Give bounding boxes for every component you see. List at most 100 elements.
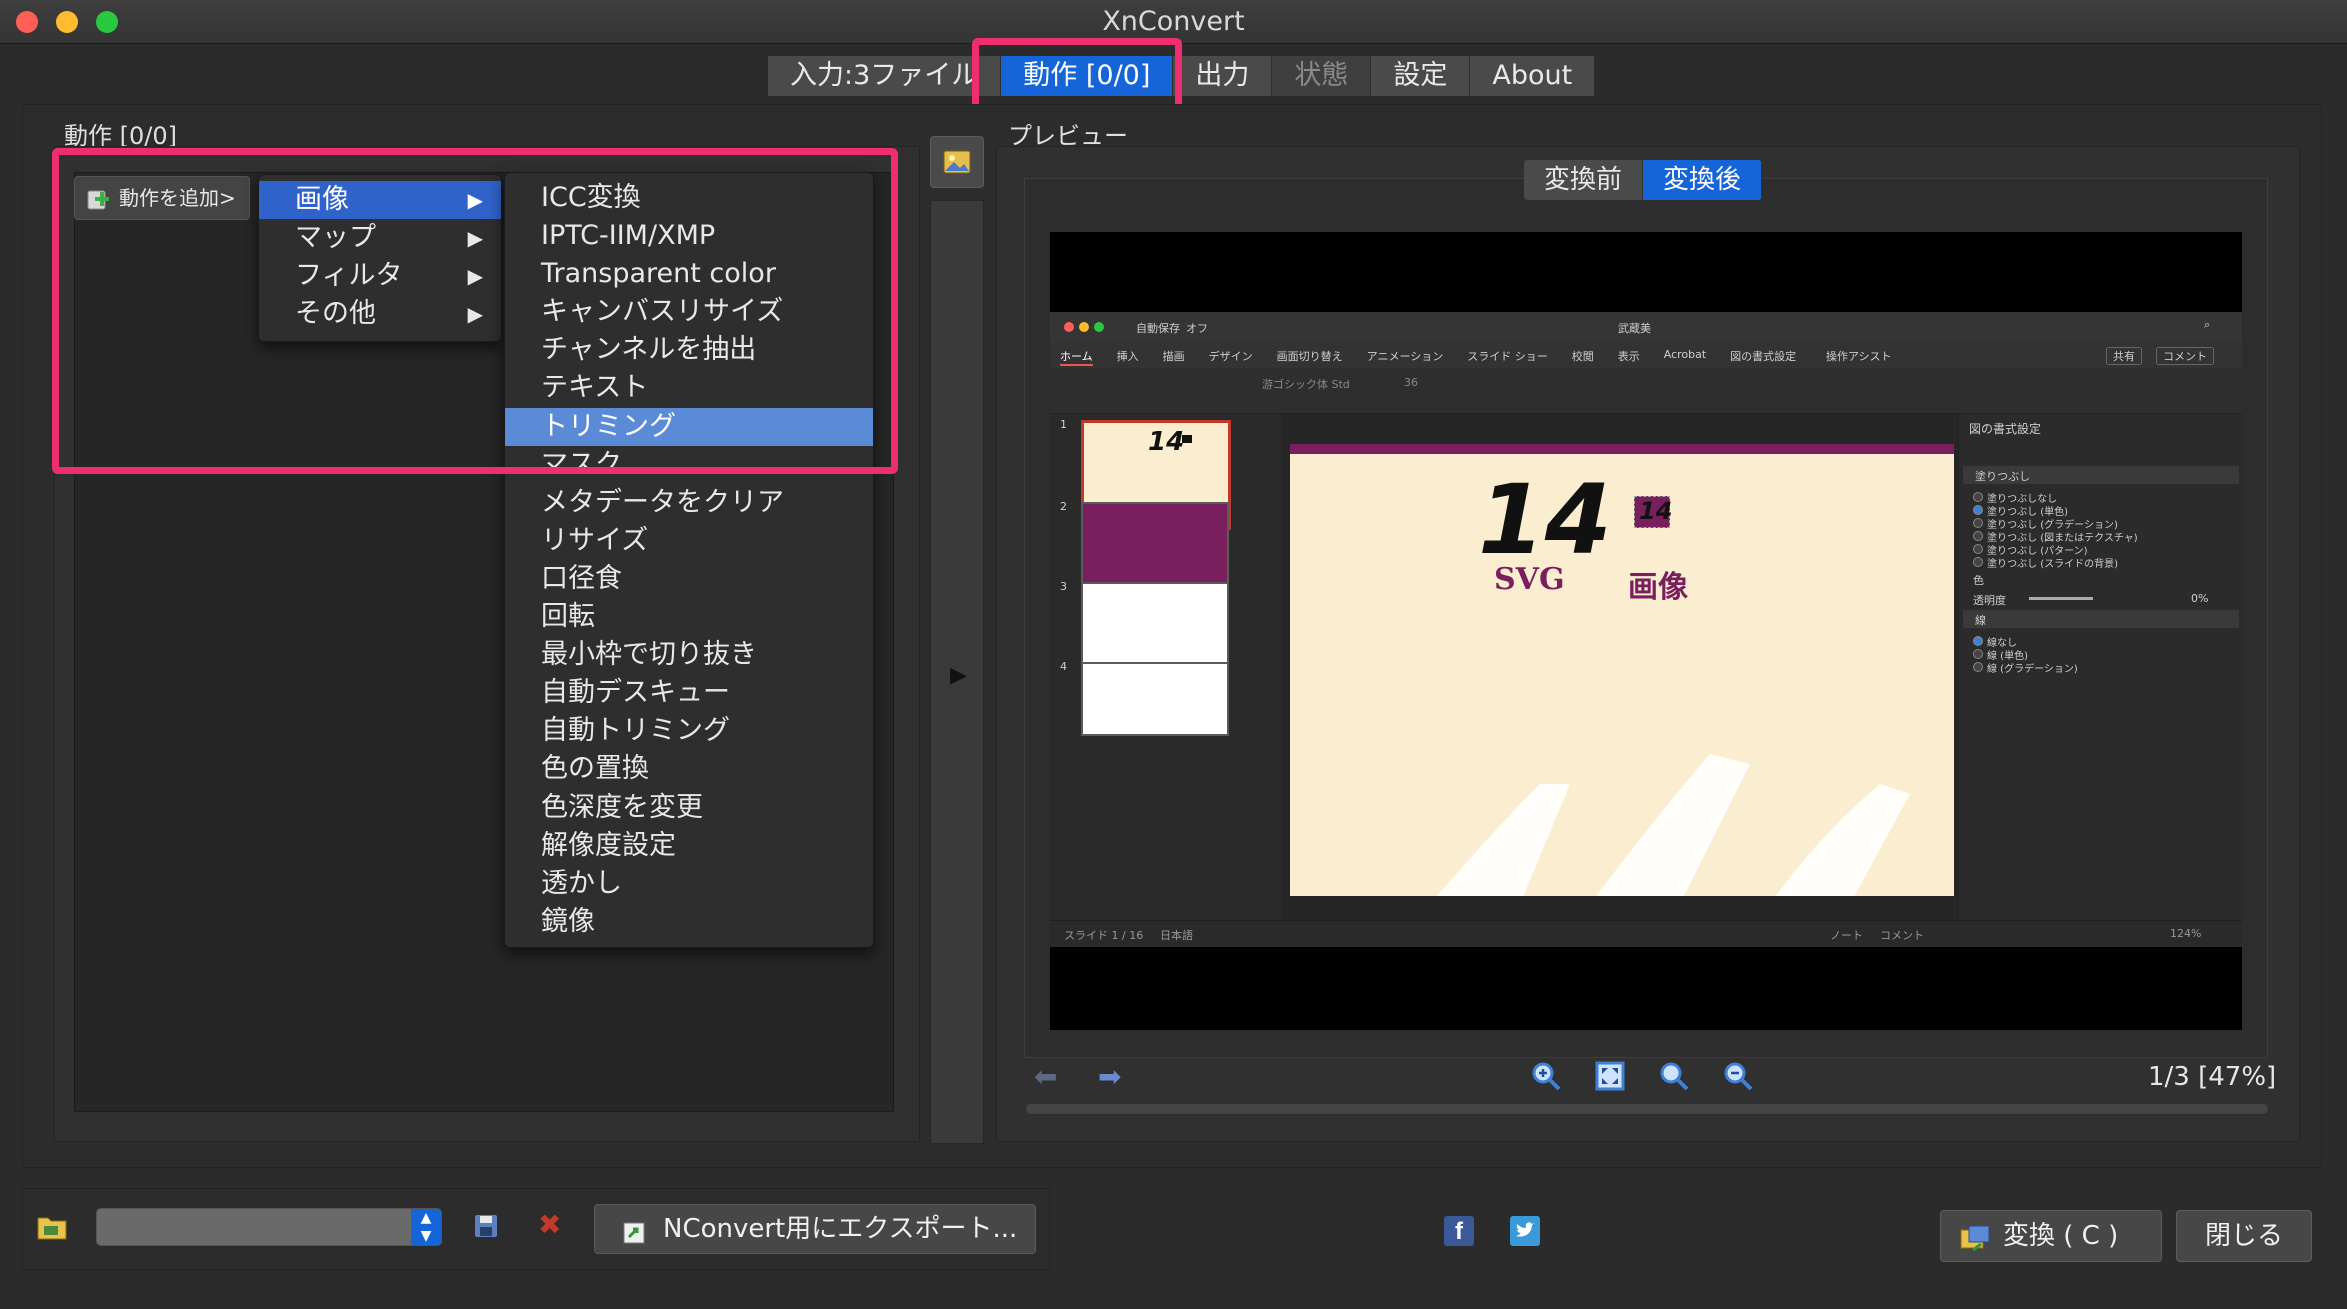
next-arrow-icon[interactable]: ➡ xyxy=(1098,1060,1121,1093)
menu-item-clear-metadata[interactable]: メタデータをクリア xyxy=(505,484,873,522)
radio-icon xyxy=(1973,557,1983,567)
facebook-icon[interactable]: f xyxy=(1444,1216,1474,1246)
export-icon xyxy=(621,1215,649,1244)
radio-icon xyxy=(1973,518,1983,528)
ppt-ribbon-tab: 図の書式設定 xyxy=(1730,350,1797,363)
close-button[interactable]: 閉じる xyxy=(2176,1210,2312,1262)
ppt-font-name: 游ゴシック体 Std xyxy=(1262,378,1350,391)
fill-section: 塗りつぶし xyxy=(1963,466,2239,484)
radio-icon xyxy=(1973,505,1983,515)
menu-item-vignette[interactable]: 口径食 xyxy=(505,560,873,598)
menu-item-resolution[interactable]: 解像度設定 xyxy=(505,827,873,865)
zoom-in-icon[interactable] xyxy=(1530,1060,1562,1092)
menu-item-auto-deskew[interactable]: 自動デスキュー xyxy=(505,674,873,712)
menu-highlight xyxy=(52,148,898,474)
zoom-actual-icon[interactable] xyxy=(1658,1060,1690,1092)
preview-toggle-button[interactable] xyxy=(930,136,984,188)
menu-item-color-depth[interactable]: 色深度を変更 xyxy=(505,789,873,827)
ppt-search-icon: ⌕ xyxy=(2204,318,2211,331)
twitter-icon[interactable] xyxy=(1510,1216,1540,1246)
ppt-ribbon-tab: 描画 xyxy=(1162,350,1185,363)
tab-about[interactable]: About xyxy=(1470,56,1596,96)
tab-settings[interactable]: 設定 xyxy=(1371,56,1471,96)
ppt-ribbon-tools: 游ゴシック体 Std 36 xyxy=(1050,368,2242,414)
save-preset-icon[interactable] xyxy=(472,1212,500,1240)
ppt-ribbon-tab: 画面切り替え xyxy=(1276,350,1343,363)
ppt-comment-button: コメント xyxy=(2156,347,2214,365)
menu-item-rotate[interactable]: 回転 xyxy=(505,598,873,636)
ppt-ribbon-tab: 校閲 xyxy=(1571,350,1594,363)
window-title: XnConvert xyxy=(1102,6,1245,37)
line-section: 線 xyxy=(1963,610,2239,628)
ppt-ribbon-tab: 挿入 xyxy=(1116,350,1139,363)
ppt-thumb-num: 1 xyxy=(1060,418,1067,431)
after-button[interactable]: 変換後 xyxy=(1643,160,1763,200)
radio-icon xyxy=(1973,544,1983,554)
slide-selected-image: 14 xyxy=(1634,496,1673,528)
slide-image-number: 14 xyxy=(1639,497,1673,525)
status-lang: 日本語 xyxy=(1160,929,1193,942)
page-info: 1/3 [47%] xyxy=(2148,1062,2277,1092)
ppt-slide: 14 14 SVG 画像 xyxy=(1290,444,1954,896)
zoom-out-icon[interactable] xyxy=(1722,1060,1754,1092)
ppt-ribbon-tabs: ホーム 挿入 描画 デザイン 画面切り替え アニメーション スライド ショー 校閲 表示 Acro… xyxy=(1050,342,2242,368)
format-option-label: 線 (グラデーション) xyxy=(1987,664,2078,675)
ppt-font-size: 36 xyxy=(1404,376,1418,389)
open-folder-icon[interactable] xyxy=(36,1212,68,1242)
tab-output[interactable]: 出力 xyxy=(1173,56,1273,96)
ppt-ribbon-tab: デザイン xyxy=(1208,350,1253,363)
ppt-thumb-4 xyxy=(1081,662,1229,736)
panel-splitter[interactable]: ▶ xyxy=(930,200,984,1144)
ppt-titlebar: 自動保存 オフ 武蔵美 ⌕ xyxy=(1050,312,2242,342)
ppt-thumbnails: 1 14 2 3 4 xyxy=(1050,414,1282,920)
convert-icon xyxy=(1959,1221,1991,1252)
transparency-label: 透明度 xyxy=(1973,594,2006,607)
status-comments: コメント xyxy=(1880,929,1924,942)
transparency-value: 0% xyxy=(2191,592,2209,605)
preview-scrollbar[interactable] xyxy=(1026,1104,2268,1114)
ppt-thumb-mark xyxy=(1182,435,1192,443)
line-header: 線 xyxy=(1975,614,1986,627)
ppt-thumb-num: 3 xyxy=(1060,580,1067,593)
convert-label: 変換 ( C ) xyxy=(2003,1221,2119,1251)
menu-item-resize[interactable]: リサイズ xyxy=(505,522,873,560)
ppt-status-bar: スライド 1 / 16 日本語 ノート コメント 124% xyxy=(1050,920,2242,947)
tab-status[interactable]: 状態 xyxy=(1272,56,1372,96)
before-after-toggle: 変換前 変換後 xyxy=(1524,160,1763,200)
radio-icon xyxy=(1973,531,1983,541)
slide-number-text: 14 xyxy=(1478,464,1612,576)
convert-button[interactable]: 変換 ( C ) xyxy=(1940,1210,2162,1262)
ppt-close-dot xyxy=(1064,322,1074,332)
fit-screen-icon[interactable] xyxy=(1594,1060,1626,1092)
expand-arrow-icon: ▶ xyxy=(950,663,967,688)
delete-preset-icon[interactable]: ✖ xyxy=(538,1208,561,1241)
before-button[interactable]: 変換前 xyxy=(1524,160,1644,200)
status-slide: スライド 1 / 16 xyxy=(1064,929,1144,942)
preset-select[interactable]: ▲ ▼ xyxy=(96,1208,442,1246)
status-notes: ノート xyxy=(1830,929,1863,942)
tab-highlight xyxy=(972,38,1182,112)
format-pane-title: 図の書式設定 xyxy=(1969,422,2042,436)
menu-item-min-crop[interactable]: 最小枠で切り抜き xyxy=(505,636,873,674)
menu-item-auto-crop[interactable]: 自動トリミング xyxy=(505,712,873,750)
preview-screenshot: 自動保存 オフ 武蔵美 ⌕ ホーム 挿入 描画 デザイン 画面切り替え アニメーション スラ… xyxy=(1050,312,2242,947)
menu-item-replace-color[interactable]: 色の置換 xyxy=(505,750,873,788)
menu-item-mirror[interactable]: 鏡像 xyxy=(505,903,873,941)
tab-input[interactable]: 入力:3ファイル xyxy=(768,56,1002,96)
fill-header: 塗りつぶし xyxy=(1975,470,2031,483)
ppt-thumb-num: 4 xyxy=(1060,660,1067,673)
radio-icon xyxy=(1973,492,1983,502)
ppt-min-dot xyxy=(1079,322,1089,332)
ppt-format-pane: 図の書式設定 塗りつぶし 塗りつぶしなし 塗りつぶし (単色) 塗りつぶし (グラデ… xyxy=(1958,414,2242,920)
ppt-doc-title: 武蔵美 xyxy=(1618,322,1651,335)
ppt-assist: 操作アシスト xyxy=(1826,350,1892,363)
ppt-ribbon-tab: Acrobat xyxy=(1663,348,1707,361)
slide-svg-text: SVG xyxy=(1494,562,1565,597)
radio-icon xyxy=(1973,662,1983,672)
ppt-ribbon-tab: ホーム xyxy=(1060,348,1093,366)
menu-item-watermark[interactable]: 透かし xyxy=(505,865,873,903)
image-icon xyxy=(943,149,971,175)
prev-arrow-icon[interactable]: ⬅ xyxy=(1034,1060,1057,1093)
ppt-share-button: 共有 xyxy=(2106,347,2142,365)
export-nconvert-button[interactable]: NConvert用にエクスポート... xyxy=(594,1204,1036,1254)
